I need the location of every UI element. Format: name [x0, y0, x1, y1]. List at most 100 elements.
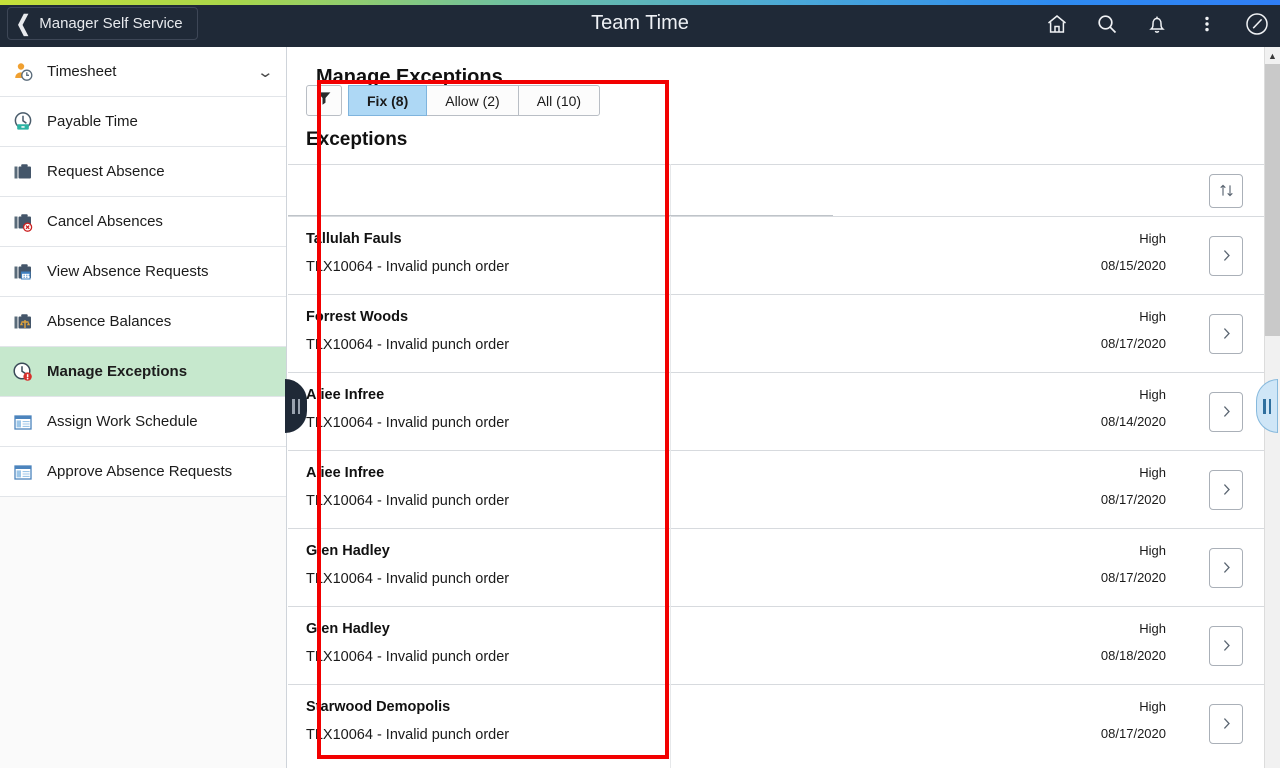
section-title: Exceptions [306, 129, 408, 150]
row-detail-button[interactable] [1209, 235, 1243, 276]
exception-date: 08/17/2020 [1100, 726, 1166, 741]
table-row[interactable]: Tallulah Fauls TLX10064 - Invalid punch … [288, 216, 1264, 294]
back-to-manager-self-service-button[interactable]: ❮ Manager Self Service [7, 7, 198, 40]
table-row[interactable]: Glen Hadley TLX10064 - Invalid punch ord… [288, 528, 1264, 606]
sidebar-item-label: Cancel Absences [47, 213, 163, 230]
severity-label: High [1139, 543, 1166, 558]
briefcase-balance-icon [12, 311, 34, 333]
navigator-compass-icon[interactable] [1244, 11, 1270, 37]
exception-description: TLX10064 - Invalid punch order [306, 415, 510, 431]
row-detail-button[interactable] [1209, 547, 1243, 588]
chevron-left-icon: ❮ [16, 11, 31, 36]
exception-description: TLX10064 - Invalid punch order [306, 337, 510, 353]
timesheet-person-clock-icon [12, 61, 34, 83]
tab-allow[interactable]: Allow (2) [426, 85, 519, 116]
window-panel-icon [12, 411, 34, 433]
list-header-row [288, 164, 1264, 216]
row-action-cell [1188, 451, 1264, 528]
table-row[interactable]: Starwood Demopolis TLX10064 - Invalid pu… [288, 684, 1264, 762]
sidebar-item-assign-work-schedule[interactable]: Assign Work Schedule [0, 397, 286, 447]
row-identity-cell: Forrest Woods TLX10064 - Invalid punch o… [288, 295, 670, 372]
sidebar-item-label: Request Absence [47, 163, 165, 180]
chevron-right-icon [1219, 716, 1234, 731]
table-row[interactable]: Aliee Infree TLX10064 - Invalid punch or… [288, 450, 1264, 528]
chevron-right-icon [1219, 638, 1234, 653]
main-content-area: Manage Exceptions Fix (8) Allow (2) All … [288, 47, 1264, 768]
table-row[interactable]: Glen Hadley TLX10064 - Invalid punch ord… [288, 606, 1264, 684]
grip-bars-icon [292, 398, 300, 414]
app-header: ❮ Manager Self Service Team Time [0, 0, 1280, 47]
header-action-cell [1188, 165, 1264, 216]
briefcase-cancel-icon [12, 211, 34, 233]
home-icon[interactable] [1044, 11, 1070, 37]
chevron-right-icon [1219, 404, 1234, 419]
more-actions-kebab-icon[interactable] [1194, 11, 1220, 37]
chevron-right-icon [1219, 326, 1234, 341]
severity-label: High [1139, 309, 1166, 324]
row-action-cell [1188, 529, 1264, 606]
sidebar-item-payable-time[interactable]: Payable Time [0, 97, 286, 147]
exception-description: TLX10064 - Invalid punch order [306, 727, 510, 743]
row-detail-button[interactable] [1209, 313, 1243, 354]
sidebar-item-label: Manage Exceptions [47, 363, 188, 380]
tab-all[interactable]: All (10) [517, 85, 601, 116]
notifications-bell-icon[interactable] [1144, 11, 1170, 37]
sidebar-item-label: Payable Time [47, 113, 138, 130]
row-meta-cell: High 08/17/2020 [670, 529, 1188, 606]
exception-description: TLX10064 - Invalid punch order [306, 571, 510, 587]
grip-bars-icon [1263, 398, 1271, 414]
sidebar-item-request-absence[interactable]: Request Absence [0, 147, 286, 197]
sidebar-item-cancel-absences[interactable]: Cancel Absences [0, 197, 286, 247]
row-action-cell [1188, 295, 1264, 372]
row-identity-cell: Aliee Infree TLX10064 - Invalid punch or… [288, 373, 670, 450]
table-row[interactable]: Forrest Woods TLX10064 - Invalid punch o… [288, 294, 1264, 372]
sidebar-item-label: Approve Absence Requests [47, 463, 233, 480]
filter-button[interactable] [306, 85, 342, 116]
row-detail-button[interactable] [1209, 469, 1243, 510]
chevron-down-icon[interactable]: ⌄ [257, 63, 275, 81]
exception-date: 08/18/2020 [1100, 648, 1166, 663]
employee-name: Aliee Infree [306, 465, 385, 481]
row-identity-cell: Starwood Demopolis TLX10064 - Invalid pu… [288, 685, 670, 762]
chevron-right-icon [1219, 248, 1234, 263]
row-detail-button[interactable] [1209, 703, 1243, 744]
exception-description: TLX10064 - Invalid punch order [306, 259, 510, 275]
payable-time-clock-icon [12, 111, 34, 133]
row-detail-button[interactable] [1209, 625, 1243, 666]
row-meta-cell: High 08/17/2020 [670, 295, 1188, 372]
top-accent-gradient-bar [0, 0, 1280, 5]
search-icon[interactable] [1094, 11, 1120, 37]
table-row[interactable]: Aliee Infree TLX10064 - Invalid punch or… [288, 372, 1264, 450]
sidebar-item-label: Absence Balances [47, 313, 172, 330]
sidebar-item-absence-balances[interactable]: Absence Balances [0, 297, 286, 347]
sidebar-item-timesheet[interactable]: Timesheet ⌄ [0, 47, 286, 97]
row-action-cell [1188, 685, 1264, 762]
employee-name: Tallulah Fauls [306, 231, 402, 247]
tab-fix[interactable]: Fix (8) [348, 85, 428, 116]
scrollbar-thumb[interactable] [1265, 64, 1280, 336]
row-identity-cell: Aliee Infree TLX10064 - Invalid punch or… [288, 451, 670, 528]
row-meta-cell: High 08/14/2020 [670, 373, 1188, 450]
column-separator [670, 164, 671, 768]
sidebar-item-approve-absence-requests[interactable]: Approve Absence Requests [0, 447, 286, 497]
exception-date: 08/17/2020 [1100, 492, 1166, 507]
row-action-cell [1188, 217, 1264, 294]
caret-up-icon[interactable]: ▲ [1265, 47, 1280, 64]
briefcase-icon [12, 161, 34, 183]
sort-button[interactable] [1209, 173, 1243, 208]
sidebar-item-label: View Absence Requests [47, 263, 209, 280]
exception-date: 08/15/2020 [1100, 258, 1166, 273]
row-detail-button[interactable] [1209, 391, 1243, 432]
back-button-label: Manager Self Service [39, 15, 183, 32]
sidebar-item-label: Assign Work Schedule [47, 413, 198, 430]
row-meta-cell: High 08/17/2020 [670, 685, 1188, 762]
sidebar-item-manage-exceptions[interactable]: Manage Exceptions [0, 347, 286, 397]
exception-date: 08/17/2020 [1100, 570, 1166, 585]
sidebar-item-view-absence-requests[interactable]: View Absence Requests [0, 247, 286, 297]
row-identity-cell: Glen Hadley TLX10064 - Invalid punch ord… [288, 607, 670, 684]
exceptions-list: Tallulah Fauls TLX10064 - Invalid punch … [288, 164, 1264, 762]
briefcase-calendar-icon [12, 261, 34, 283]
employee-name: Forrest Woods [306, 309, 409, 325]
row-identity-cell: Tallulah Fauls TLX10064 - Invalid punch … [288, 217, 670, 294]
employee-name: Glen Hadley [306, 621, 390, 637]
